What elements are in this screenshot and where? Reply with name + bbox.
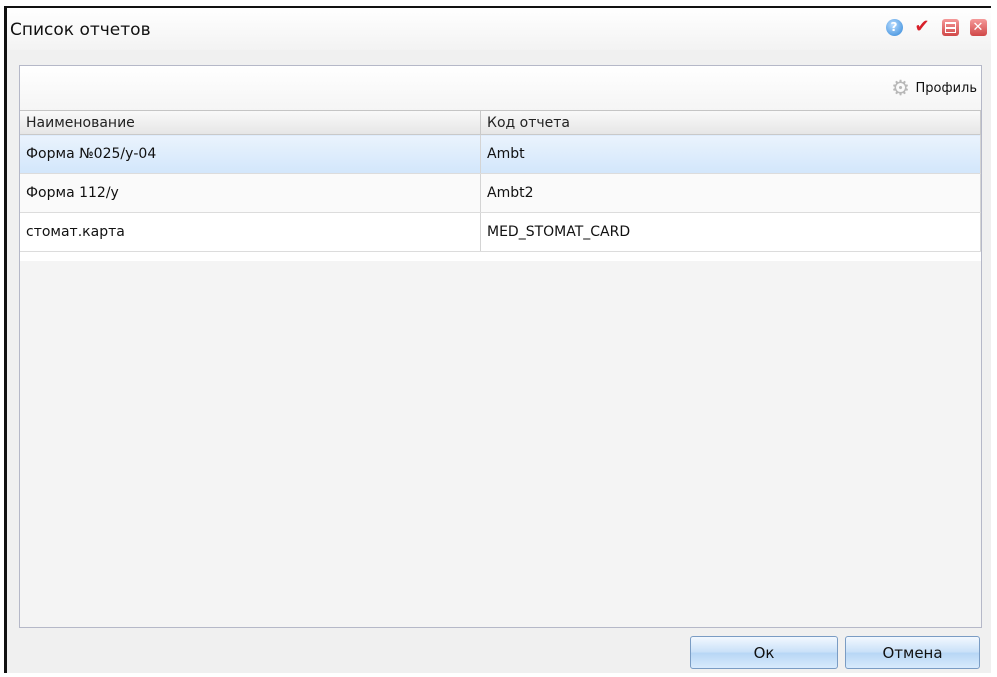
reports-table: Наименование Код отчета Форма №025/у-04 …: [20, 111, 981, 252]
table-header-row: Наименование Код отчета: [20, 111, 981, 135]
report-name-cell[interactable]: Форма 112/у: [20, 173, 481, 213]
gear-icon: ⚙: [891, 76, 910, 100]
check-icon: ✔: [914, 16, 930, 37]
title-bar[interactable]: Список отчетов ? ✔ ✕: [7, 8, 991, 50]
report-code-cell[interactable]: Ambt: [480, 134, 981, 174]
title-bar-icons: ? ✔ ✕: [885, 18, 987, 36]
report-name-cell[interactable]: стомат.карта: [20, 212, 481, 252]
table-row[interactable]: стомат.карта MED_STOMAT_CARD: [20, 212, 981, 252]
table-row[interactable]: Форма №025/у-04 Ambt: [20, 134, 981, 174]
ok-button[interactable]: Ок: [690, 636, 838, 669]
grid-empty-area: [20, 261, 981, 627]
help-icon: ?: [885, 18, 903, 36]
report-list-dialog: Список отчетов ? ✔ ✕ ⚙ Профиль Наименова…: [4, 6, 991, 673]
grid-toolbar: ⚙ Профиль: [20, 66, 981, 111]
dialog-title: Список отчетов: [10, 20, 151, 40]
column-header-name[interactable]: Наименование: [20, 111, 481, 135]
report-code-cell[interactable]: Ambt2: [480, 173, 981, 213]
minimize-icon: [941, 18, 959, 36]
close-button[interactable]: ✕: [969, 18, 987, 36]
minimize-button[interactable]: [941, 18, 959, 36]
profile-label: Профиль: [915, 80, 977, 96]
help-button[interactable]: ?: [885, 18, 903, 36]
close-icon: ✕: [969, 18, 987, 36]
profile-button[interactable]: ⚙ Профиль: [889, 76, 977, 100]
report-code-cell[interactable]: MED_STOMAT_CARD: [480, 212, 981, 252]
reports-grid-panel: ⚙ Профиль Наименование Код отчета Форма …: [19, 65, 982, 628]
column-header-code[interactable]: Код отчета: [480, 111, 981, 135]
report-name-cell[interactable]: Форма №025/у-04: [20, 134, 481, 174]
cancel-button[interactable]: Отмена: [845, 636, 980, 669]
table-row[interactable]: Форма 112/у Ambt2: [20, 173, 981, 213]
confirm-button[interactable]: ✔: [913, 18, 931, 36]
